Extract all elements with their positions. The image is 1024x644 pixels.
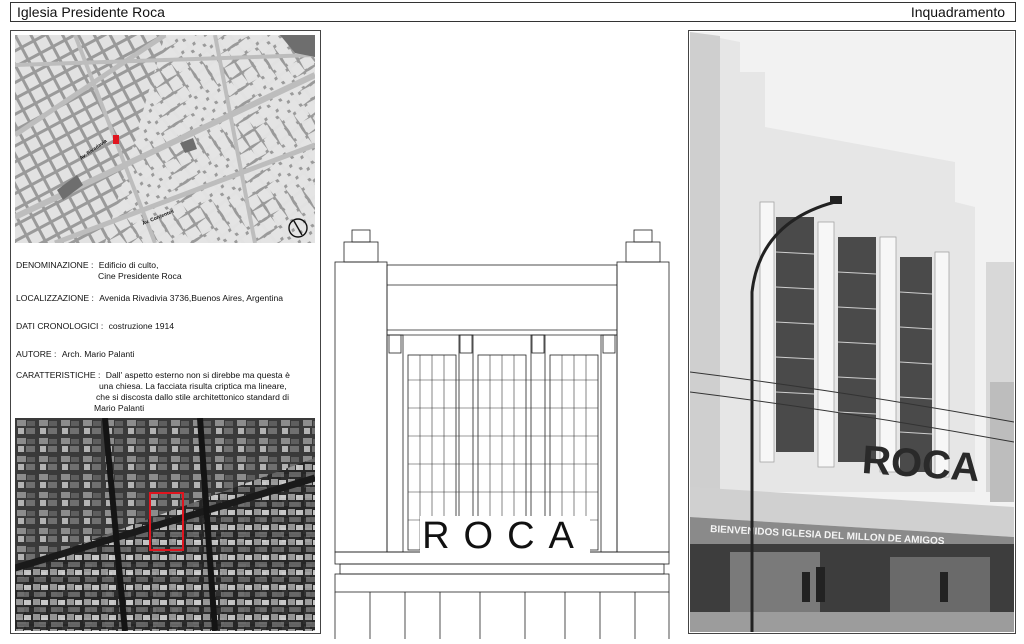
localizzazione-row: LOCALIZZAZIONE : Avenida Rivadivia 3736,… — [16, 293, 283, 304]
denominazione-label: DENOMINAZIONE : — [16, 260, 94, 270]
header-bar: Iglesia Presidente Roca Inquadramento — [10, 2, 1016, 22]
photo-sign-text: ROCA — [861, 438, 982, 490]
facade-elevation-drawing: ROCA — [330, 30, 680, 639]
caratteristiche-line-4: Mario Palanti — [94, 403, 145, 413]
caratteristiche-label: CARATTERISTICHE : — [16, 370, 101, 380]
aerial-photo — [15, 418, 315, 631]
localizzazione-label: LOCALIZZAZIONE : — [16, 293, 94, 303]
denominazione-value-2: Cine Presidente Roca — [98, 271, 182, 281]
localizzazione-value: Avenida Rivadivia 3736,Buenos Aires, Arg… — [99, 293, 284, 303]
caratteristiche-line-2: una chiesa. La facciata risulta criptica… — [99, 381, 287, 391]
section-title: Inquadramento — [910, 4, 1005, 20]
dati-label: DATI CRONOLOGICI : — [16, 321, 104, 331]
denominazione-row: DENOMINAZIONE : Edificio di culto, — [16, 260, 158, 271]
map-svg: Av. Rivadavia Av. Corrientes — [15, 35, 315, 243]
autore-value: Arch. Mario Palanti — [61, 349, 135, 359]
dati-value: costruzione 1914 — [108, 321, 175, 331]
elevation-sign-text: ROCA — [422, 515, 588, 557]
autore-label: AUTORE : — [16, 349, 57, 359]
dati-row: DATI CRONOLOGICI : costruzione 1914 — [16, 321, 174, 332]
autore-row: AUTORE : Arch. Mario Palanti — [16, 349, 134, 360]
caratteristiche-line-1: Dall' aspetto esterno non si direbbe ma … — [105, 370, 290, 380]
page-title: Iglesia Presidente Roca — [17, 4, 165, 20]
location-map: Av. Rivadavia Av. Corrientes — [15, 35, 315, 243]
caratteristiche-line-3: che si discosta dallo stile architettoni… — [96, 392, 289, 402]
building-photo: ROCA BIENVENIDOS IGLESIA DEL MILLON DE A… — [690, 32, 1014, 632]
caratteristiche-row: CARATTERISTICHE : Dall' aspetto esterno … — [16, 370, 290, 381]
location-marker — [113, 135, 119, 144]
denominazione-value: Edificio di culto, — [98, 260, 159, 270]
